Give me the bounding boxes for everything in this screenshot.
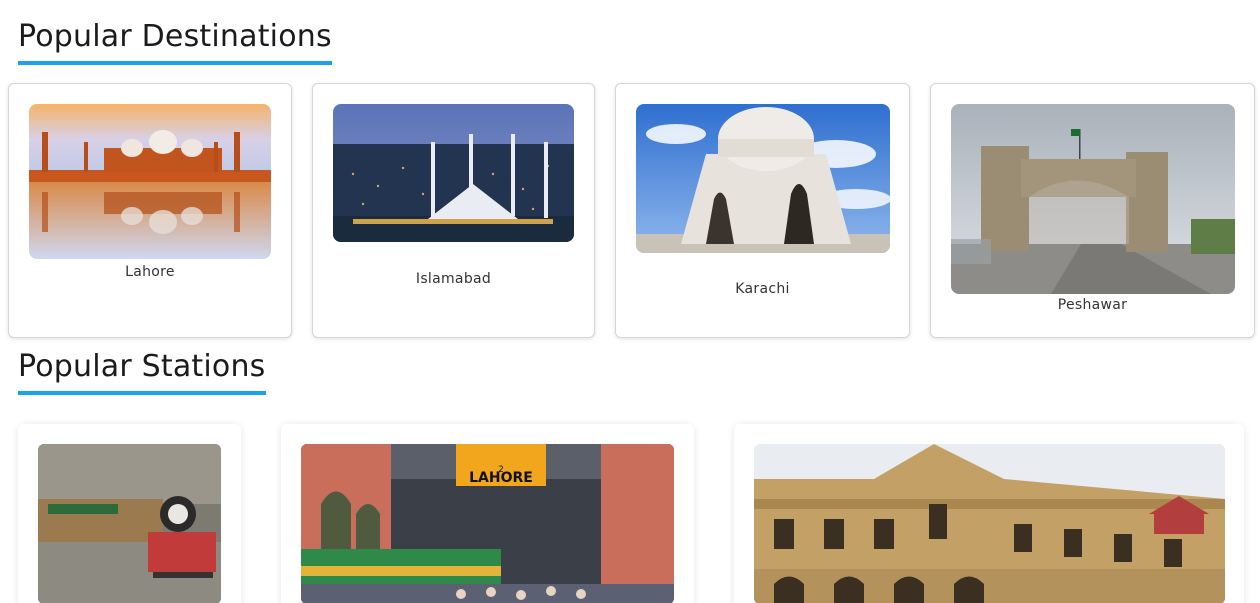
- destination-card-karachi[interactable]: Karachi: [615, 83, 910, 338]
- destination-label: Islamabad: [415, 271, 492, 287]
- destination-label: Lahore: [125, 264, 175, 280]
- karachi-image: [636, 104, 890, 253]
- svg-text:LAHORE: LAHORE: [469, 470, 533, 486]
- station-card-3[interactable]: [734, 424, 1244, 603]
- lahore-image: [29, 104, 271, 259]
- destination-label: Karachi: [735, 281, 790, 297]
- islamabad-image: [333, 104, 574, 242]
- station-card-1[interactable]: [18, 424, 241, 603]
- destination-card-islamabad[interactable]: Islamabad: [312, 83, 595, 338]
- station-1-image: [38, 444, 221, 603]
- destination-card-lahore[interactable]: Lahore: [8, 83, 292, 338]
- station-3-image: [754, 444, 1225, 603]
- station-2-image: 2 LAHORE: [301, 444, 674, 603]
- destination-label: Peshawar: [1057, 297, 1128, 313]
- popular-destinations-heading: Popular Destinations: [18, 19, 332, 65]
- destination-card-peshawar[interactable]: Peshawar: [930, 83, 1255, 338]
- popular-stations-heading: Popular Stations: [18, 349, 266, 395]
- peshawar-image: [951, 104, 1235, 294]
- station-card-2[interactable]: 2 LAHORE: [281, 424, 694, 603]
